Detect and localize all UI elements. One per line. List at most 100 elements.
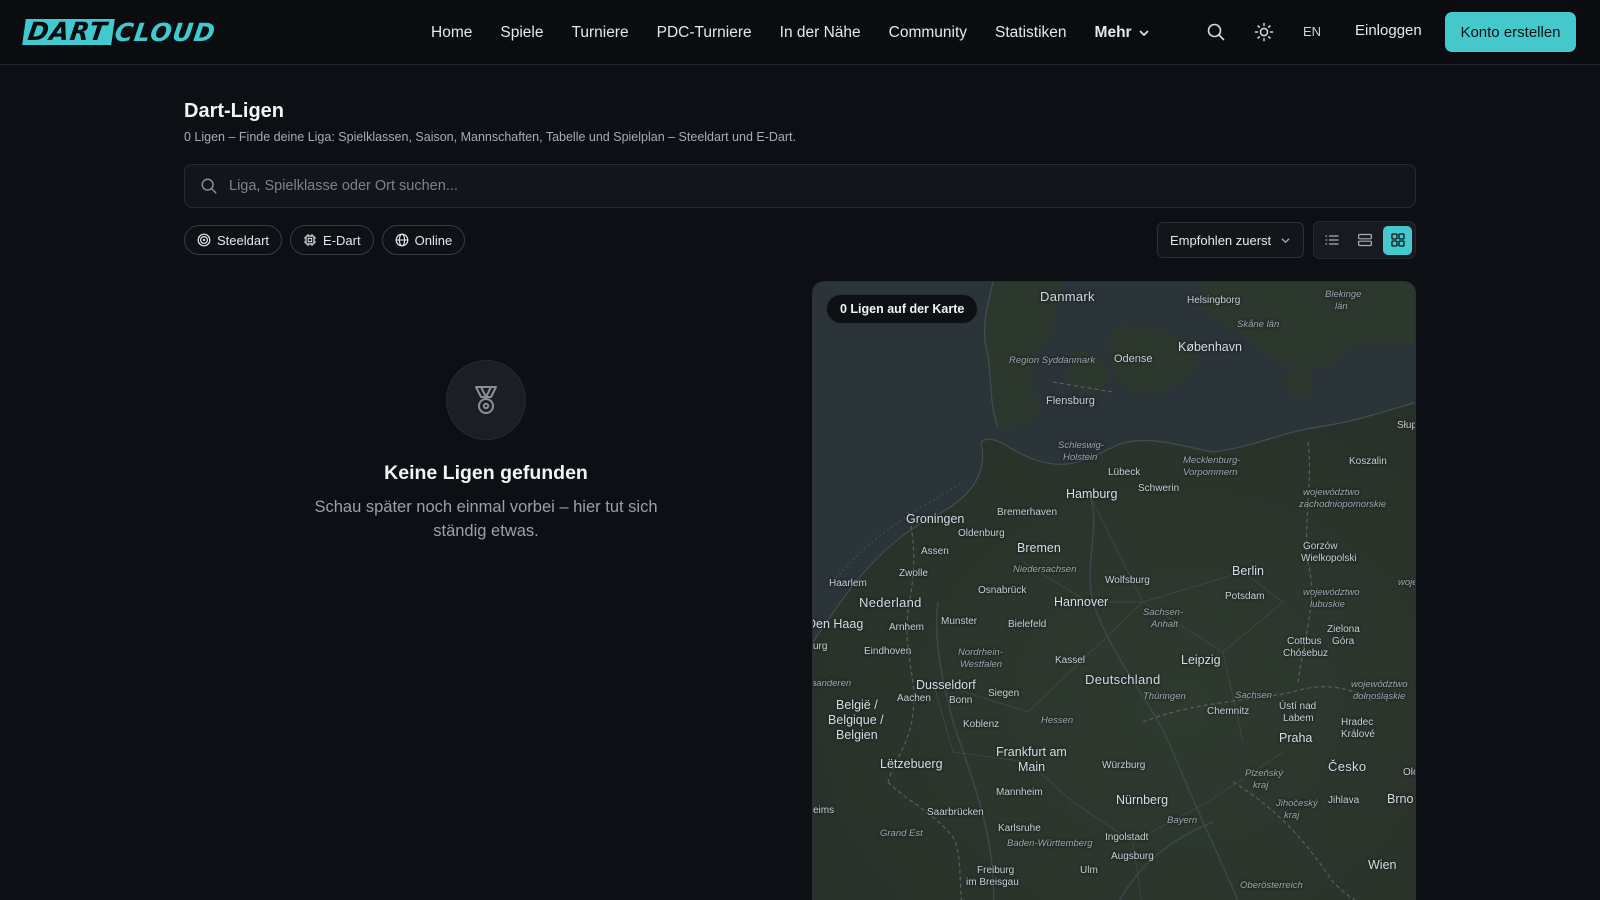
page-title: Dart-Ligen [184,100,284,122]
filter-online[interactable]: Online [381,225,466,255]
nav-in-der-naehe[interactable]: In der Nähe [766,24,875,42]
search-icon[interactable] [1204,20,1228,44]
map-label-dolnoslaskie-1: województwo [1351,679,1408,690]
view-compact-button[interactable] [1350,226,1379,255]
filter-e-dart-label: E-Dart [323,232,361,248]
map-label-sachsen: Sachsen [1235,690,1272,701]
map-label-cottbus-2: Chóśebuz [1283,648,1329,659]
map-label-thuringen: Thüringen [1143,691,1186,702]
main-nav: Home Spiele Turniere PDC-Turniere In der… [417,0,1164,65]
map-label-dusseldorf: Dusseldorf [916,678,976,692]
map-label-ulm: Ulm [1080,865,1098,876]
filter-online-label: Online [414,232,453,248]
map-label-zwolle: Zwolle [899,568,928,579]
map-label-kobenhavn: København [1178,340,1242,354]
map-label-schwerin: Schwerin [1138,483,1180,494]
map-label-lubuskie-2: lubuskie [1310,599,1345,610]
map-label-nrw-2: Westfalen [960,659,1003,670]
map-label-den-haag: Den Haag [812,617,864,631]
map-label-nrw-1: Nordrhein- [958,647,1003,658]
list-icon [1324,235,1339,245]
map-label-gorzow-2: Wielkopolski [1301,553,1357,564]
view-list-button[interactable] [1317,226,1346,255]
map-label-vlaanderen: aanderen [812,678,852,689]
filter-steeldart[interactable]: Steeldart [184,225,283,255]
nav-pdc-turniere[interactable]: PDC-Turniere [643,24,766,42]
filter-steeldart-label: Steeldart [217,232,270,248]
map-label-brno: Brno [1387,792,1414,806]
nav-mehr-label: Mehr [1094,23,1132,41]
map-label-jihocesky-2: kraj [1284,810,1300,821]
nav-mehr[interactable]: Mehr [1081,24,1164,42]
map-label-wurzburg: Würzburg [1102,760,1146,771]
map-label-karlsruhe: Karlsruhe [998,823,1041,834]
dartcloud-logo[interactable]: DART CLOUD [22,17,219,47]
map-label-dolnoslaskie-2: dolnośląskie [1353,691,1406,702]
empty-state-text: Schau später noch einmal vorbei – hier t… [314,498,658,540]
map-label-hradec-1: Hradec [1341,717,1374,728]
map-label-berlin: Berlin [1232,564,1264,578]
map-label-gorzow-1: Gorzów [1303,541,1338,552]
nav-community[interactable]: Community [875,24,981,42]
map-label-flensburg: Flensburg [1046,395,1095,407]
map-label-blekinge: Blekinge [1325,289,1362,300]
map-label-frankfurt-1: Frankfurt am [996,745,1067,759]
map-label-sachsen-anhalt-1: Sachsen- [1143,607,1184,618]
view-grid-button[interactable] [1383,225,1412,255]
language-switch[interactable]: EN [1303,24,1321,39]
map-label-saarbrucken: Saarbrücken [927,807,984,818]
logo-cloud: CLOUD [113,17,219,47]
map-label-bremerhaven: Bremerhaven [997,507,1058,518]
sun-icon[interactable] [1252,20,1276,44]
map-label-nederland: Nederland [859,595,922,610]
map-label-siegen: Siegen [988,688,1020,699]
map-label-assen: Assen [921,546,949,557]
sort-select-label: Empfohlen zuerst [1170,232,1272,248]
map-label-zp-2: zachodniopomorskie [1299,499,1387,510]
map-label-haarlem: Haarlem [829,578,867,589]
medal-icon [446,360,526,440]
map-label-grand-est: Grand Est [880,828,923,839]
nav-home[interactable]: Home [417,24,486,42]
map-label-letzebuerg: Lëtzebuerg [880,757,943,771]
sort-select[interactable]: Empfohlen zuerst [1157,222,1304,258]
map-label-oldenburg: Oldenburg [958,528,1005,539]
map-label-zp-1: województwo [1303,487,1360,498]
map-label-olo: Olo [1403,767,1415,778]
map-label-schleswig-holstein-1: Schleswig- [1058,440,1104,451]
map-label-usti-1: Ústí nad [1279,701,1317,712]
search-input[interactable] [229,178,1379,194]
map-label-jihlava: Jihlava [1328,795,1360,806]
map-label-mv-1: Mecklenburg- [1183,455,1241,466]
signup-button[interactable]: Konto erstellen [1445,12,1576,52]
nav-turniere[interactable]: Turniere [557,24,642,42]
map-label-plzen-1: Plzeňský [1245,768,1284,779]
map-label-burg: urg [813,641,828,652]
map-label-zielona-1: Zielona [1327,624,1360,635]
top-navbar: DART CLOUD Home Spiele Turniere PDC-Turn… [0,0,1600,65]
map-label-deutschland: Deutschland [1085,672,1161,687]
map-label-bremen: Bremen [1017,541,1061,555]
map-label-hamburg: Hamburg [1066,487,1118,501]
map-label-cottbus-1: Cottbus [1287,636,1322,647]
map-label-eindhoven: Eindhoven [864,646,912,657]
map-label-chemnitz: Chemnitz [1207,706,1250,717]
map-label-koszalin: Koszalin [1349,456,1387,467]
nav-statistiken[interactable]: Statistiken [981,24,1081,42]
map-label-wien: Wien [1368,858,1397,872]
map-label-munster: Munster [941,616,978,627]
map-label-ingolstadt: Ingolstadt [1105,832,1149,843]
login-link[interactable]: Einloggen [1355,22,1422,39]
map-label-hradec-2: Králové [1341,729,1375,740]
globe-icon [395,233,409,247]
map-label-potsdam: Potsdam [1225,591,1265,602]
nav-spiele[interactable]: Spiele [486,24,557,42]
map-label-freiburg-1: Freiburg [977,865,1015,876]
map-label-sachsen-anhalt-2: Anhalt [1151,619,1178,630]
empty-state-title: Keine Ligen gefunden [384,462,588,484]
map-label-woj: wojé [1398,577,1416,588]
filter-e-dart[interactable]: E-Dart [290,225,374,255]
league-map[interactable]: 0 Ligen auf der Karte Danmark Helsingbor… [812,281,1416,900]
map-label-kassel: Kassel [1055,655,1086,666]
map-label-lubuskie-1: województwo [1303,587,1360,598]
